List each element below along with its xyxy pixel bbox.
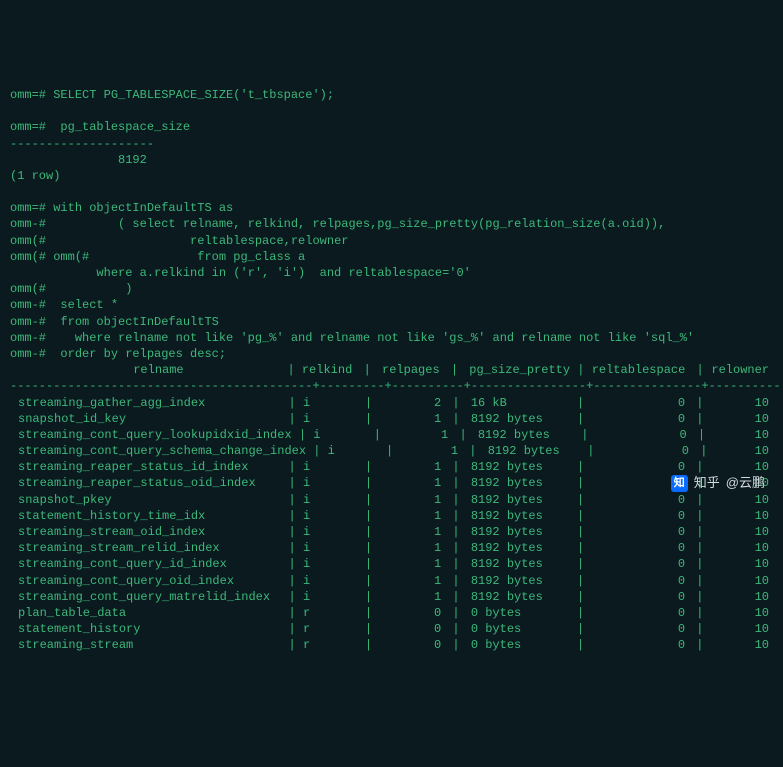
prompt: omm-# xyxy=(10,331,46,345)
prompt: omm(# xyxy=(10,234,46,248)
table-header: relname | relkind | relpages | pg_size_p… xyxy=(10,362,773,378)
watermark: 知 知乎 @云鹏 xyxy=(671,474,765,492)
divider: -------------------- xyxy=(10,137,154,151)
terminal-output: omm=# SELECT PG_TABLESPACE_SIZE('t_tbspa… xyxy=(10,71,773,654)
table-row: streaming_stream | r | 0 | 0 bytes | 0 |… xyxy=(10,637,773,653)
query-block: omm=# with objectInDefaultTS as omm-# ( … xyxy=(10,200,773,362)
table-row: streaming_stream_relid_index | i | 1 | 8… xyxy=(10,540,773,556)
table-row: streaming_cont_query_schema_change_index… xyxy=(10,443,773,459)
prompt: omm(# omm(# xyxy=(10,250,89,264)
prompt: omm-# xyxy=(10,298,46,312)
table-row: statement_history_time_idx | i | 1 | 819… xyxy=(10,508,773,524)
table-row: streaming_reaper_status_oid_index | i | … xyxy=(10,475,773,491)
table-row: streaming_cont_query_matrelid_index | i … xyxy=(10,589,773,605)
watermark-author: @云鹏 xyxy=(726,474,765,492)
table-divider: ----------------------------------------… xyxy=(10,379,781,393)
prompt: omm-# xyxy=(10,347,46,361)
table-row: streaming_cont_query_id_index | i | 1 | … xyxy=(10,556,773,572)
zhihu-icon: 知 xyxy=(671,475,688,492)
prompt: omm=# xyxy=(10,88,46,102)
prompt: omm-# xyxy=(10,217,46,231)
watermark-brand: 知乎 xyxy=(694,474,720,492)
table-row: streaming_stream_oid_index | i | 1 | 819… xyxy=(10,524,773,540)
table-row: snapshot_id_key | i | 1 | 8192 bytes | 0… xyxy=(10,411,773,427)
table-row: plan_table_data | r | 0 | 0 bytes | 0 | … xyxy=(10,605,773,621)
table-body: streaming_gather_agg_index | i | 2 | 16 … xyxy=(10,395,773,654)
prompt: omm-# xyxy=(10,315,46,329)
table-row: statement_history | r | 0 | 0 bytes | 0 … xyxy=(10,621,773,637)
prompt: omm=# xyxy=(10,120,46,134)
col-header: pg_tablespace_size xyxy=(53,120,190,134)
table-row: streaming_cont_query_oid_index | i | 1 |… xyxy=(10,573,773,589)
result-value: 8192 xyxy=(10,153,147,167)
sql-statement: SELECT PG_TABLESPACE_SIZE('t_tbspace'); xyxy=(53,88,334,102)
table-row: streaming_gather_agg_index | i | 2 | 16 … xyxy=(10,395,773,411)
table-row: streaming_cont_query_lookupidxid_index |… xyxy=(10,427,773,443)
prompt: omm(# xyxy=(10,282,46,296)
row-count: (1 row) xyxy=(10,169,60,183)
prompt: omm=# xyxy=(10,201,46,215)
table-row: streaming_reaper_status_id_index | i | 1… xyxy=(10,459,773,475)
